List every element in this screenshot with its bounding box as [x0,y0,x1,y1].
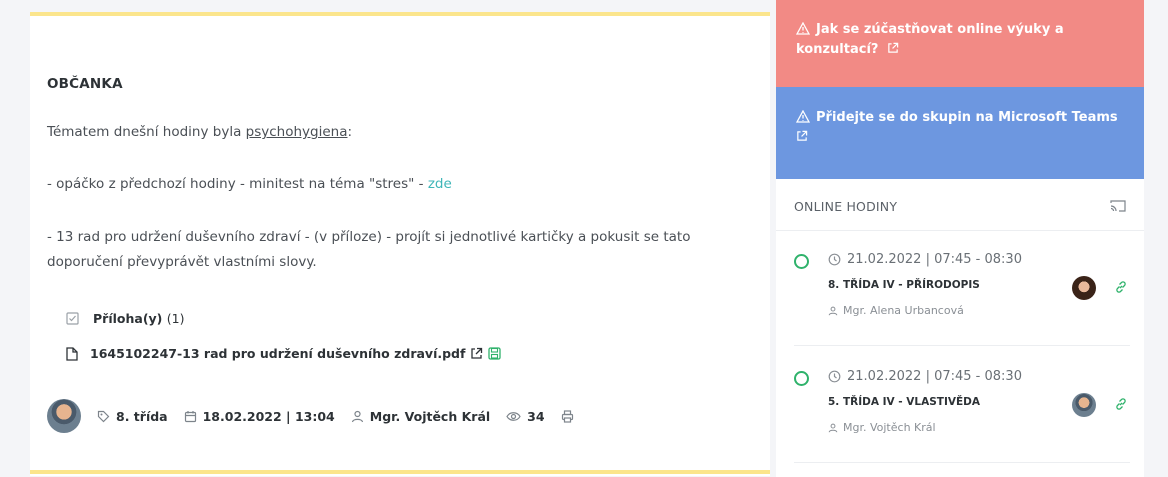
attachments-count: (1) [166,311,185,326]
save-icon[interactable] [488,347,502,360]
external-link-icon[interactable] [796,130,808,142]
post-intro: Tématem dnešní hodiny byla psychohygiena… [47,124,352,140]
status-circle[interactable] [794,371,809,386]
post-title: OBČANKA [47,76,123,92]
eye-icon [506,410,521,423]
user-icon [828,423,838,433]
intro-suffix: : [347,124,353,140]
warning-icon [796,110,810,123]
online-help-alert[interactable]: Jak se zúčastňovat online výuky a konzul… [776,0,1144,87]
post-line-2: - opáčko z předchozí hodiny - minitest n… [47,176,452,192]
lesson-item[interactable]: 21.02.2022 | 07:45 - 08:30 5. TŘÍDA IV -… [794,369,1130,439]
file-icon [66,346,78,361]
class-tag-label[interactable]: 8. třída [116,409,168,424]
post-line-3b: doporučení převyprávět vlastními slovy. [47,254,317,270]
user-icon [351,410,364,423]
card-bottom-border [30,470,770,474]
minitest-link[interactable]: zde [428,176,452,192]
calendar-icon [184,410,197,423]
teams-alert-text[interactable]: Přidejte se do skupin na Microsoft Teams [816,110,1118,125]
teams-alert[interactable]: Přidejte se do skupin na Microsoft Teams [776,87,1144,179]
attachment-filename[interactable]: 1645102247-13 rad pro udržení duševního … [90,346,465,361]
post-date: 18.02.2022 | 13:04 [184,409,335,424]
lesson-time-label: 21.02.2022 | 07:45 - 08:30 [847,252,1022,267]
line-2-text: - opáčko z předchozí hodiny - minitest n… [47,176,428,192]
attachments-header: Příloha(y) (1) [66,311,184,326]
divider [776,230,1144,231]
online-help-alert-text[interactable]: Jak se zúčastňovat online výuky a konzul… [796,22,1064,57]
teacher-avatar [1072,276,1096,300]
lesson-time: 21.02.2022 | 07:45 - 08:30 [828,369,1022,384]
user-icon [828,306,838,316]
print-icon[interactable] [561,409,574,423]
post-meta: 8. třída 18.02.2022 | 13:04 Mgr. Vojtěch… [47,399,574,433]
lesson-subject[interactable]: 8. TŘÍDA IV - PŘÍRODOPIS [828,279,980,291]
link-icon[interactable] [1114,280,1128,294]
attachment-item[interactable]: 1645102247-13 rad pro udržení duševního … [66,346,502,361]
checkbox-icon [66,312,79,325]
lesson-time-label: 21.02.2022 | 07:45 - 08:30 [847,369,1022,384]
lesson-subject[interactable]: 5. TŘÍDA IV - VLASTIVĚDA [828,396,980,408]
post-views: 34 [506,408,545,424]
intro-text: Tématem dnešní hodiny byla [47,124,246,140]
lesson-time: 21.02.2022 | 07:45 - 08:30 [828,252,1022,267]
external-link-icon[interactable] [470,347,483,360]
author-avatar[interactable] [47,399,81,433]
teacher-avatar [1072,393,1096,417]
divider [794,345,1130,346]
post-views-count: 34 [527,408,545,424]
status-circle[interactable] [794,254,809,269]
post-line-3a: - 13 rad pro udržení duševního zdraví - … [47,229,691,245]
lesson-teacher-label: Mgr. Alena Urbancová [843,304,964,317]
online-lessons-title: ONLINE HODINY [794,199,898,214]
divider [794,462,1130,463]
clock-icon [828,253,841,266]
tag-icon [97,410,110,423]
lesson-teacher-label: Mgr. Vojtěch Král [843,421,936,434]
lesson-item[interactable]: 21.02.2022 | 07:45 - 08:30 8. TŘÍDA IV -… [794,252,1130,322]
warning-icon [796,22,810,35]
attachments-label: Příloha(y) [93,311,163,326]
post-card: OBČANKA Tématem dnešní hodiny byla psych… [30,12,770,476]
external-link-icon[interactable] [887,42,899,54]
print-button[interactable] [561,409,574,423]
cast-icon[interactable] [1110,199,1126,213]
lesson-teacher: Mgr. Vojtěch Král [828,421,936,434]
lesson-teacher: Mgr. Alena Urbancová [828,304,964,317]
post-author-label[interactable]: Mgr. Vojtěch Král [370,409,490,424]
post-date-label: 18.02.2022 | 13:04 [202,408,335,424]
post-author[interactable]: Mgr. Vojtěch Král [351,409,490,424]
clock-icon [828,370,841,383]
class-tag[interactable]: 8. třída [97,409,168,424]
psychohygiena-link[interactable]: psychohygiena [246,124,348,140]
link-icon[interactable] [1114,397,1128,411]
